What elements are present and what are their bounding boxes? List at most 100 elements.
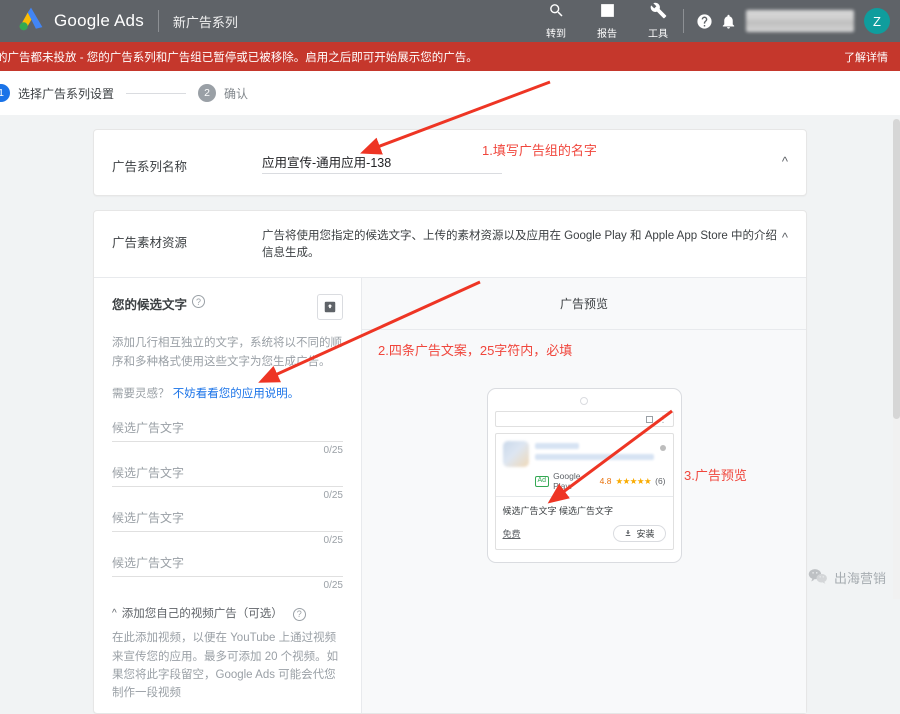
ad-preview-headline-blur [535,441,654,465]
candidate-text-input-3[interactable] [112,507,343,532]
ad-preview-card: Ad Google Play: 4.8 ★★★★★ (6) 候选广告文字 候选广… [495,433,674,550]
candidate-text-input-2[interactable] [112,462,343,487]
review-count: (6) [655,476,665,486]
chevron-up-icon[interactable]: ^ [782,152,788,169]
candidate-text-title-row: 您的候选文字 ? [112,294,343,320]
help-circle-icon[interactable] [692,9,716,33]
inspiration-prefix: 需要灵感？ [112,388,170,400]
google-ads-logo-icon [18,7,44,36]
wizard-stepper: 1 选择广告系列设置 2 确认 [0,71,900,115]
bell-icon[interactable] [716,9,740,33]
candidate-text-counter-3: 0/25 [112,535,343,546]
headline-line-1 [535,443,579,449]
headline-line-2 [535,454,654,460]
scrollbar-thumb[interactable] [893,119,900,419]
video-ad-section: ^ 添加您自己的视频广告（可选） ? 在此添加视频，以便在 YouTube 上通… [112,605,343,703]
reports-tool-label: 报告 [597,25,617,40]
candidate-text-pane: 您的候选文字 ? 添加几行相互独立的文字，系统将以不同的顺序和多种格式使用这些文… [94,278,362,712]
ad-preview-meta: Ad Google Play: 4.8 ★★★★★ (6) [503,471,666,491]
chevron-up-icon[interactable]: ^ [782,228,788,245]
warning-banner: 的广告都未投放 - 您的广告系列和广告组已暂停或已被移除。启用之后即可开始展示您… [0,42,900,71]
header-divider-2 [683,9,684,33]
watermark: 出海营销 [808,568,886,587]
candidate-text-field-3: 0/25 [112,507,343,546]
ad-assets-description: 广告将使用您指定的候选文字、上传的素材资源以及应用在 Google Play 和… [262,228,782,261]
step-1-number: 1 [0,84,10,102]
store-rating: 4.8 [600,476,612,486]
watermark-text: 出海营销 [834,568,886,587]
video-ad-description: 在此添加视频，以便在 YouTube 上通过视频来宣传您的应用。最多可添加 20… [112,629,343,703]
app-description-link[interactable]: 不妨看看您的应用说明。 [173,388,300,400]
download-icon [624,529,632,539]
campaign-name-card: 广告系列名称 ^ [93,129,807,196]
tabs-square-icon [646,416,653,423]
ad-assets-label: 广告素材资源 [112,228,262,251]
ad-preview-bottom: 候选广告文字 候选广告文字 免费 安装 [496,496,673,549]
banner-message: 的广告都未投放 - 您的广告系列和广告组已暂停或已被移除。启用之后即可开始展示您… [0,49,478,65]
step-2-number: 2 [198,84,216,102]
campaign-name-input[interactable] [262,152,502,174]
ad-preview-title: 广告预览 [362,278,806,330]
step-1-label: 选择广告系列设置 [18,85,114,102]
rating-stars-icon: ★★★★★ [616,476,652,487]
ad-preview-cta-row: 免费 安装 [503,525,666,542]
ad-assets-header: 广告素材资源 广告将使用您指定的候选文字、上传的素材资源以及应用在 Google… [94,211,806,277]
inspiration-line: 需要灵感？ 不妨看看您的应用说明。 [112,385,343,401]
chevron-up-icon: ^ [112,608,117,619]
campaign-name-label: 广告系列名称 [112,152,262,175]
candidate-text-counter-1: 0/25 [112,445,343,456]
main-content: 广告系列名称 ^ 广告素材资源 广告将使用您指定的候选文字、上传的素材资源以及应… [0,115,900,714]
tools-button[interactable]: 工具 [641,2,675,40]
step-2[interactable]: 2 确认 [198,84,248,102]
account-name-blurred[interactable] [746,10,854,32]
candidate-text-fields: 0/25 0/25 0/25 0/25 [112,417,343,591]
candidate-text-input-4[interactable] [112,552,343,577]
annotation-2: 2.四条广告文案，25字符内，必填 [378,340,572,359]
candidate-text-field-4: 0/25 [112,552,343,591]
brand-area[interactable]: Google Ads [18,7,144,36]
store-name: Google Play: [553,471,596,491]
step-1[interactable]: 1 选择广告系列设置 [0,84,114,102]
search-tool-button[interactable]: 转到 [539,2,573,40]
header-tools: 转到 报告 工具 [539,2,675,40]
wrench-tools-icon [650,2,667,24]
help-circle-icon[interactable]: ? [192,295,205,308]
ad-preview-headline-row [503,441,666,467]
ad-options-dot-icon [660,445,666,451]
candidate-text-counter-4: 0/25 [112,580,343,591]
ad-badge: Ad [535,476,550,487]
price-label[interactable]: 免费 [503,527,521,540]
import-download-icon[interactable] [317,294,343,320]
ad-preview-body-text: 候选广告文字 候选广告文字 [503,504,666,517]
brand-title: Google Ads [54,11,144,31]
reports-tool-button[interactable]: 报告 [590,2,624,40]
ad-preview-top: Ad Google Play: 4.8 ★★★★★ (6) [496,434,673,496]
search-icon [548,2,565,24]
install-button[interactable]: 安装 [613,525,665,542]
banner-learn-more-link[interactable]: 了解详情 [844,49,888,65]
step-2-label: 确认 [224,85,248,102]
candidate-text-field-2: 0/25 [112,462,343,501]
app-header: Google Ads 新广告系列 转到 报告 工具 Z [0,0,900,42]
stepper-connector [126,93,186,94]
browser-url-bar: ⋮ [495,411,674,427]
phone-camera-icon [580,397,588,405]
report-bar-chart-icon [599,2,616,24]
tools-button-label: 工具 [648,25,668,40]
phone-preview-frame: ⋮ [487,388,682,563]
overflow-menu-icon: ⋮ [659,415,668,423]
annotation-3: 3.广告预览 [684,465,747,484]
candidate-text-title: 您的候选文字 [112,294,187,313]
annotation-1: 1.填写广告组的名字 [482,140,597,159]
page-subtitle: 新广告系列 [173,12,238,31]
candidate-text-input-1[interactable] [112,417,343,442]
avatar[interactable]: Z [864,8,890,34]
app-icon [503,441,529,467]
help-circle-icon[interactable]: ? [293,608,306,621]
video-ad-toggle[interactable]: ^ 添加您自己的视频广告（可选） ? [112,605,343,621]
candidate-text-description: 添加几行相互独立的文字，系统将以不同的顺序和多种格式使用这些文字为您生成广告。 [112,334,343,371]
campaign-name-row: 广告系列名称 ^ [94,130,806,195]
wechat-icon [808,568,828,587]
page-scrollbar[interactable] [893,119,900,599]
ad-assets-card: 广告素材资源 广告将使用您指定的候选文字、上传的素材资源以及应用在 Google… [93,210,807,714]
